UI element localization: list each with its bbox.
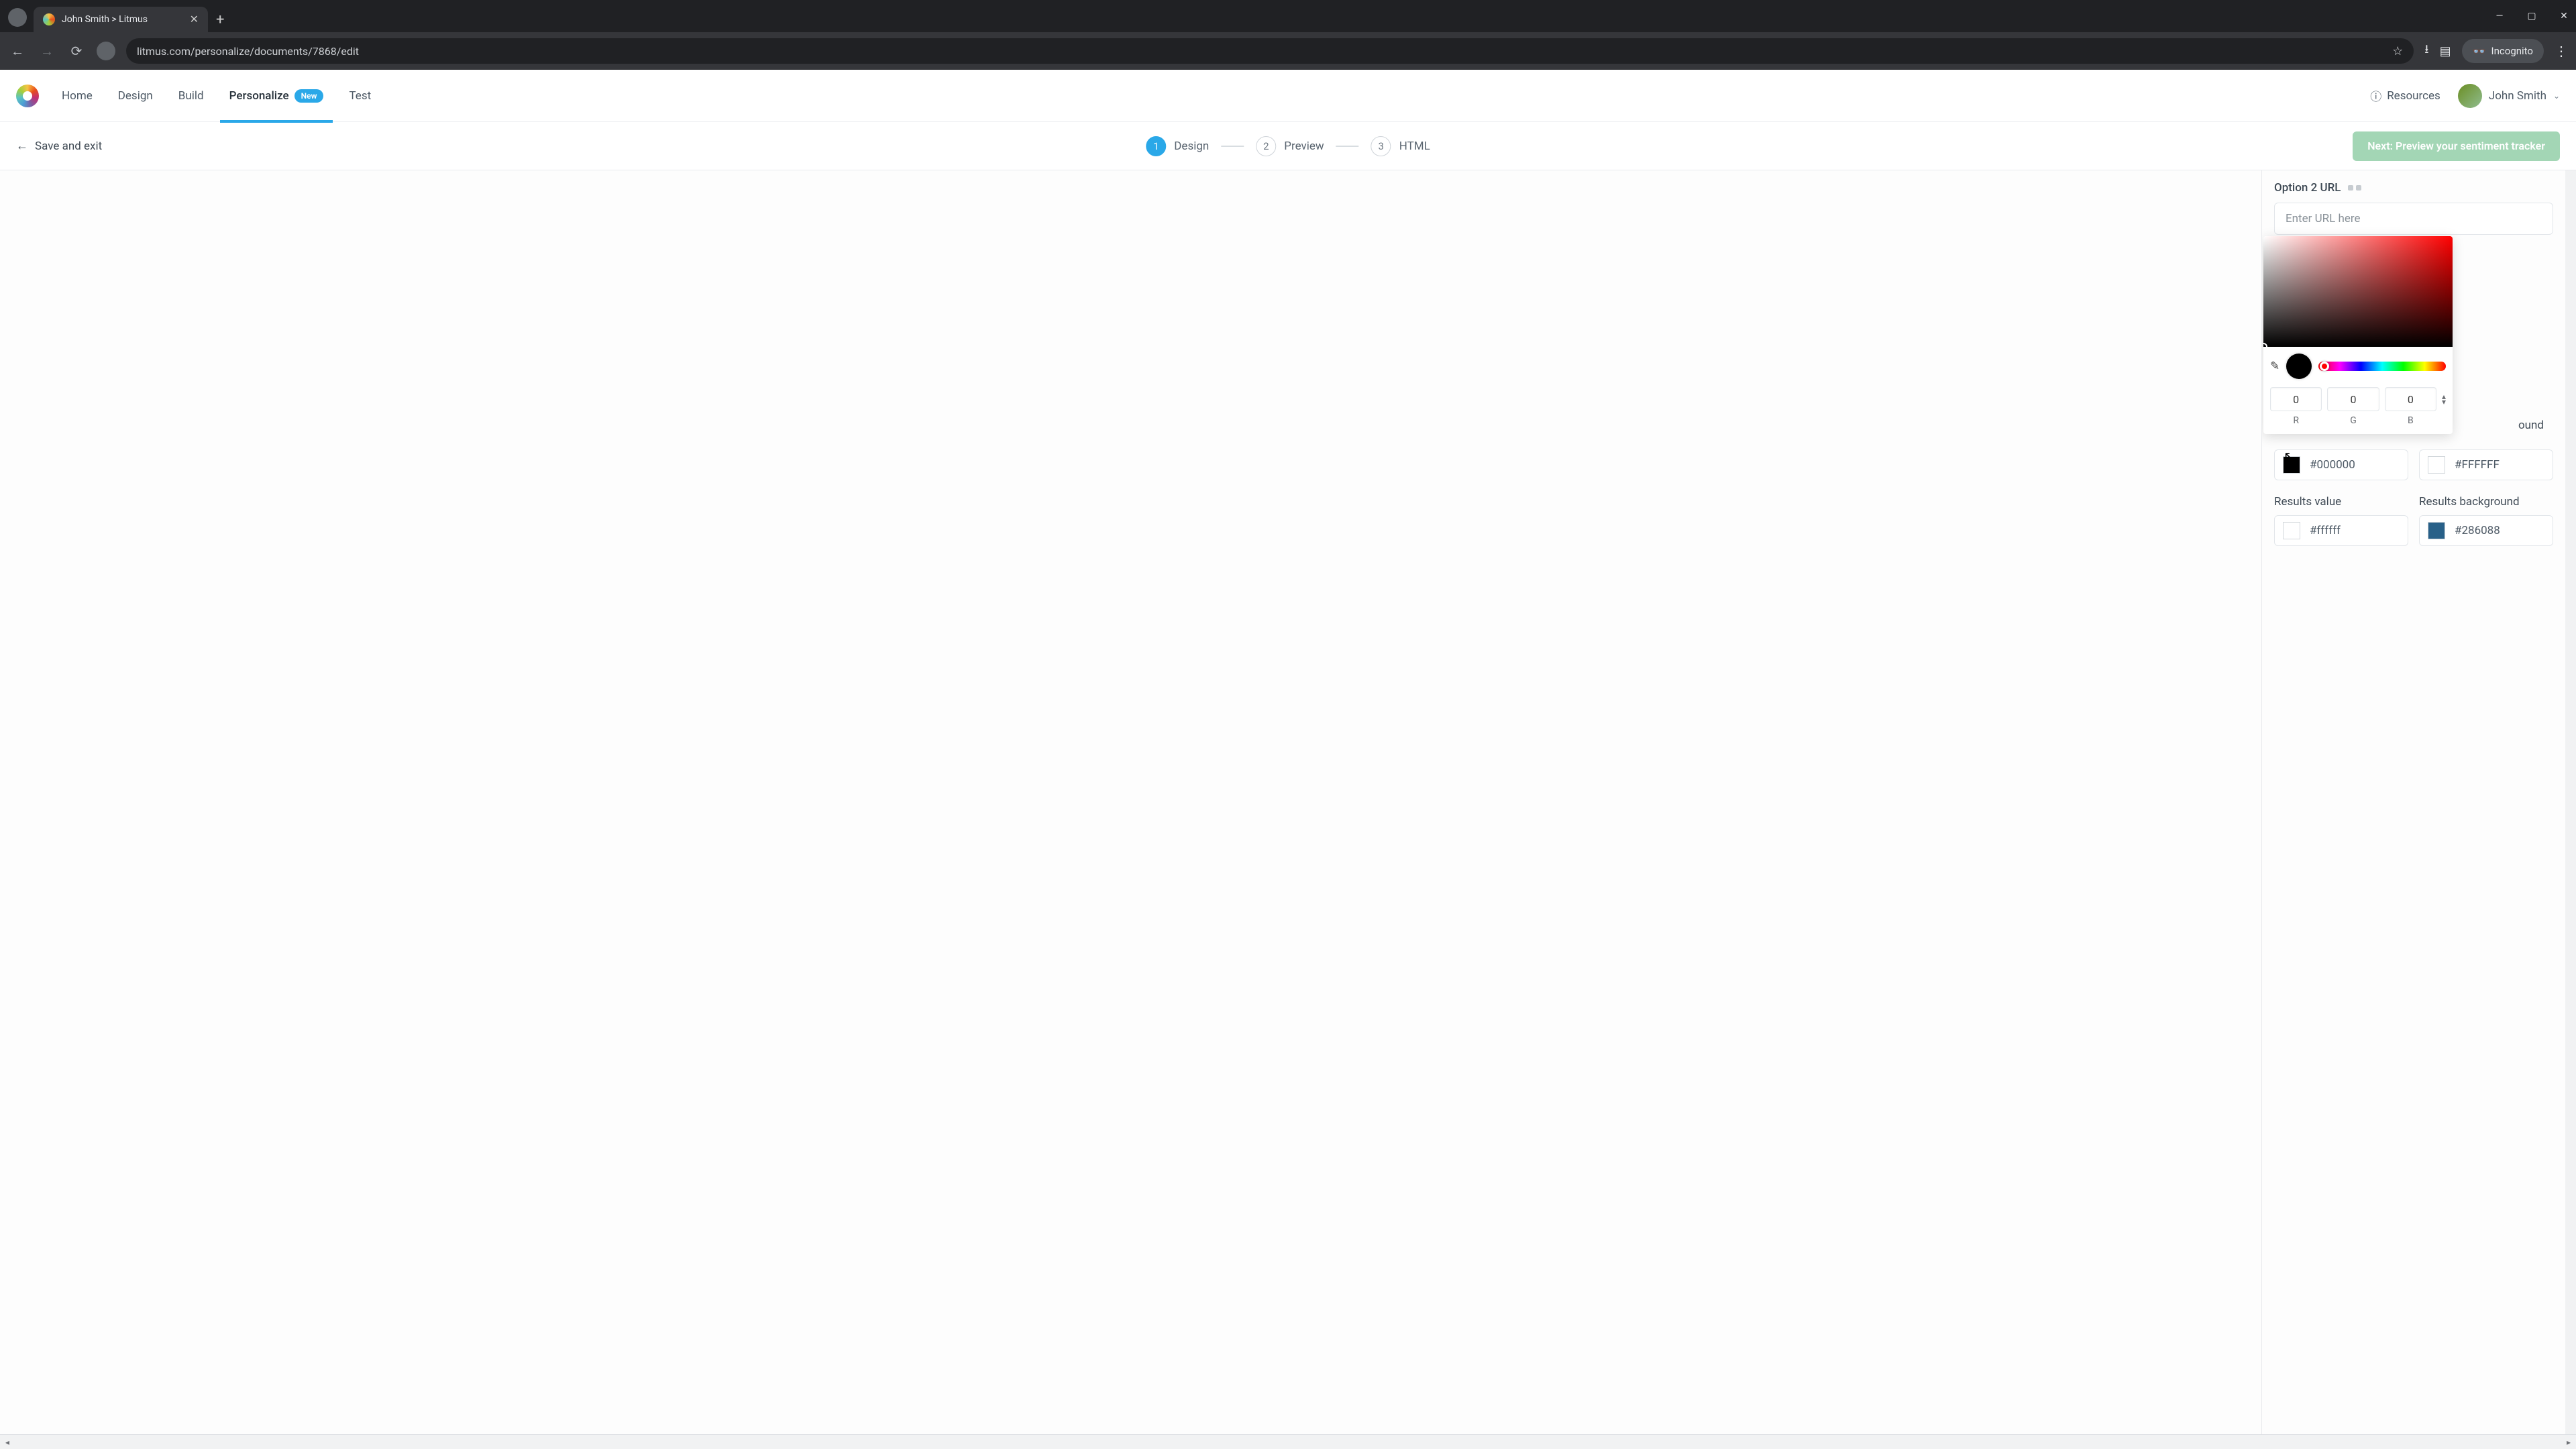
canvas-area[interactable] [0,170,2261,1434]
stepper: 1 Design 2 Preview 3 HTML [1146,136,1430,156]
fg-swatch [2283,456,2300,474]
step-html[interactable]: 3 HTML [1371,136,1430,156]
step-design[interactable]: 1 Design [1146,136,1209,156]
litmus-logo-icon[interactable] [16,85,39,107]
incognito-icon: 👓 [2473,45,2486,58]
new-tab-button[interactable]: + [216,11,224,28]
resources-link[interactable]: ⓘ Resources [2370,87,2440,104]
address-bar[interactable]: litmus.com/personalize/documents/7868/ed… [126,38,2414,64]
info-icon: ⓘ [2370,87,2381,104]
background-color-input[interactable]: #FFFFFF [2419,449,2553,480]
option2-url-input[interactable]: Enter URL here [2274,203,2553,235]
arrow-left-icon: ← [16,139,28,153]
back-button[interactable]: ← [8,42,27,60]
user-menu[interactable]: John Smith ⌄ [2458,84,2560,108]
results-bg-swatch [2428,522,2445,539]
current-color-swatch [2286,354,2312,379]
close-window-button[interactable]: ✕ [2557,9,2571,23]
save-and-exit-button[interactable]: ← Save and exit [16,139,102,153]
nav-design[interactable]: Design [115,70,156,122]
avatar [2458,84,2482,108]
step-separator [1221,146,1244,147]
tab-title: John Smith > Litmus [62,14,148,25]
nav-build[interactable]: Build [176,70,207,122]
save-exit-label: Save and exit [35,140,102,153]
vertical-scrollbar[interactable] [2565,170,2576,1434]
horizontal-scrollbar[interactable]: ◂ ▸ [0,1434,2576,1449]
settings-panel: Option 2 URL Enter URL here ✎ [2261,170,2565,1434]
browser-titlebar: John Smith > Litmus ✕ + ― ▢ ✕ [0,0,2576,32]
results-value-label: Results value [2274,495,2408,508]
browser-tab[interactable]: John Smith > Litmus ✕ [34,7,208,32]
results-background-color-input[interactable]: #286088 [2419,515,2553,546]
scroll-right-icon[interactable]: ▸ [2561,1438,2576,1447]
color-mode-toggle[interactable]: ▴▾ [2442,394,2446,405]
next-preview-button[interactable]: Next: Preview your sentiment tracker [2353,131,2560,161]
incognito-label: Incognito [2491,45,2533,57]
resources-label: Resources [2387,89,2440,103]
color-picker[interactable]: ✎ 0 R 0 G 0 [2263,236,2453,434]
results-background-label: Results background [2419,495,2553,508]
app-header: Home Design Build Personalize New Test ⓘ… [0,70,2576,122]
results-value-swatch [2283,522,2300,539]
g-input[interactable]: 0 [2327,387,2379,411]
forward-button[interactable]: → [38,42,56,60]
nav-home[interactable]: Home [59,70,95,122]
foreground-color-input[interactable]: #000000 [2274,449,2408,480]
close-icon[interactable]: ✕ [190,14,199,25]
minimize-button[interactable]: ― [2493,9,2506,23]
step-preview[interactable]: 2 Preview [1256,136,1324,156]
step-separator [1336,146,1359,147]
site-info-icon[interactable] [97,42,115,60]
address-text: litmus.com/personalize/documents/7868/ed… [137,45,359,58]
reload-button[interactable]: ⟳ [67,42,86,60]
downloads-icon[interactable]: ⭳ [2424,41,2428,61]
tab-search-icon[interactable] [8,8,27,27]
new-badge: New [294,89,324,103]
incognito-indicator[interactable]: 👓 Incognito [2462,39,2544,63]
nav-personalize[interactable]: Personalize New [227,70,327,122]
hue-slider[interactable] [2318,362,2446,371]
nav-test[interactable]: Test [346,70,374,122]
r-input[interactable]: 0 [2270,387,2322,411]
page-content: Home Design Build Personalize New Test ⓘ… [0,70,2576,1434]
browser-menu-button[interactable]: ⋮ [2555,43,2568,59]
bg-swatch [2428,456,2445,474]
favicon-icon [43,13,55,25]
background-label-partial: ound [2518,419,2544,432]
drag-handle-icon[interactable] [2348,185,2361,191]
scroll-left-icon[interactable]: ◂ [0,1438,15,1447]
nav-personalize-label: Personalize [229,89,289,103]
chevron-down-icon: ⌄ [2553,91,2560,101]
saturation-value-field[interactable] [2263,236,2453,347]
hue-knob[interactable] [2320,362,2329,371]
workspace: Option 2 URL Enter URL here ✎ [0,170,2576,1434]
browser-toolbar: ← → ⟳ litmus.com/personalize/documents/7… [0,32,2576,70]
maximize-button[interactable]: ▢ [2525,9,2538,23]
results-value-color-input[interactable]: #ffffff [2274,515,2408,546]
user-name: John Smith [2489,89,2546,103]
b-input[interactable]: 0 [2385,387,2436,411]
eyedropper-icon[interactable]: ✎ [2270,360,2279,373]
url-placeholder: Enter URL here [2286,212,2360,225]
option2-url-label: Option 2 URL [2274,181,2553,195]
reader-icon[interactable]: ▤ [2440,44,2451,58]
sub-header: ← Save and exit 1 Design 2 Preview 3 HTM… [0,122,2576,170]
bookmark-icon[interactable]: ☆ [2392,44,2403,58]
